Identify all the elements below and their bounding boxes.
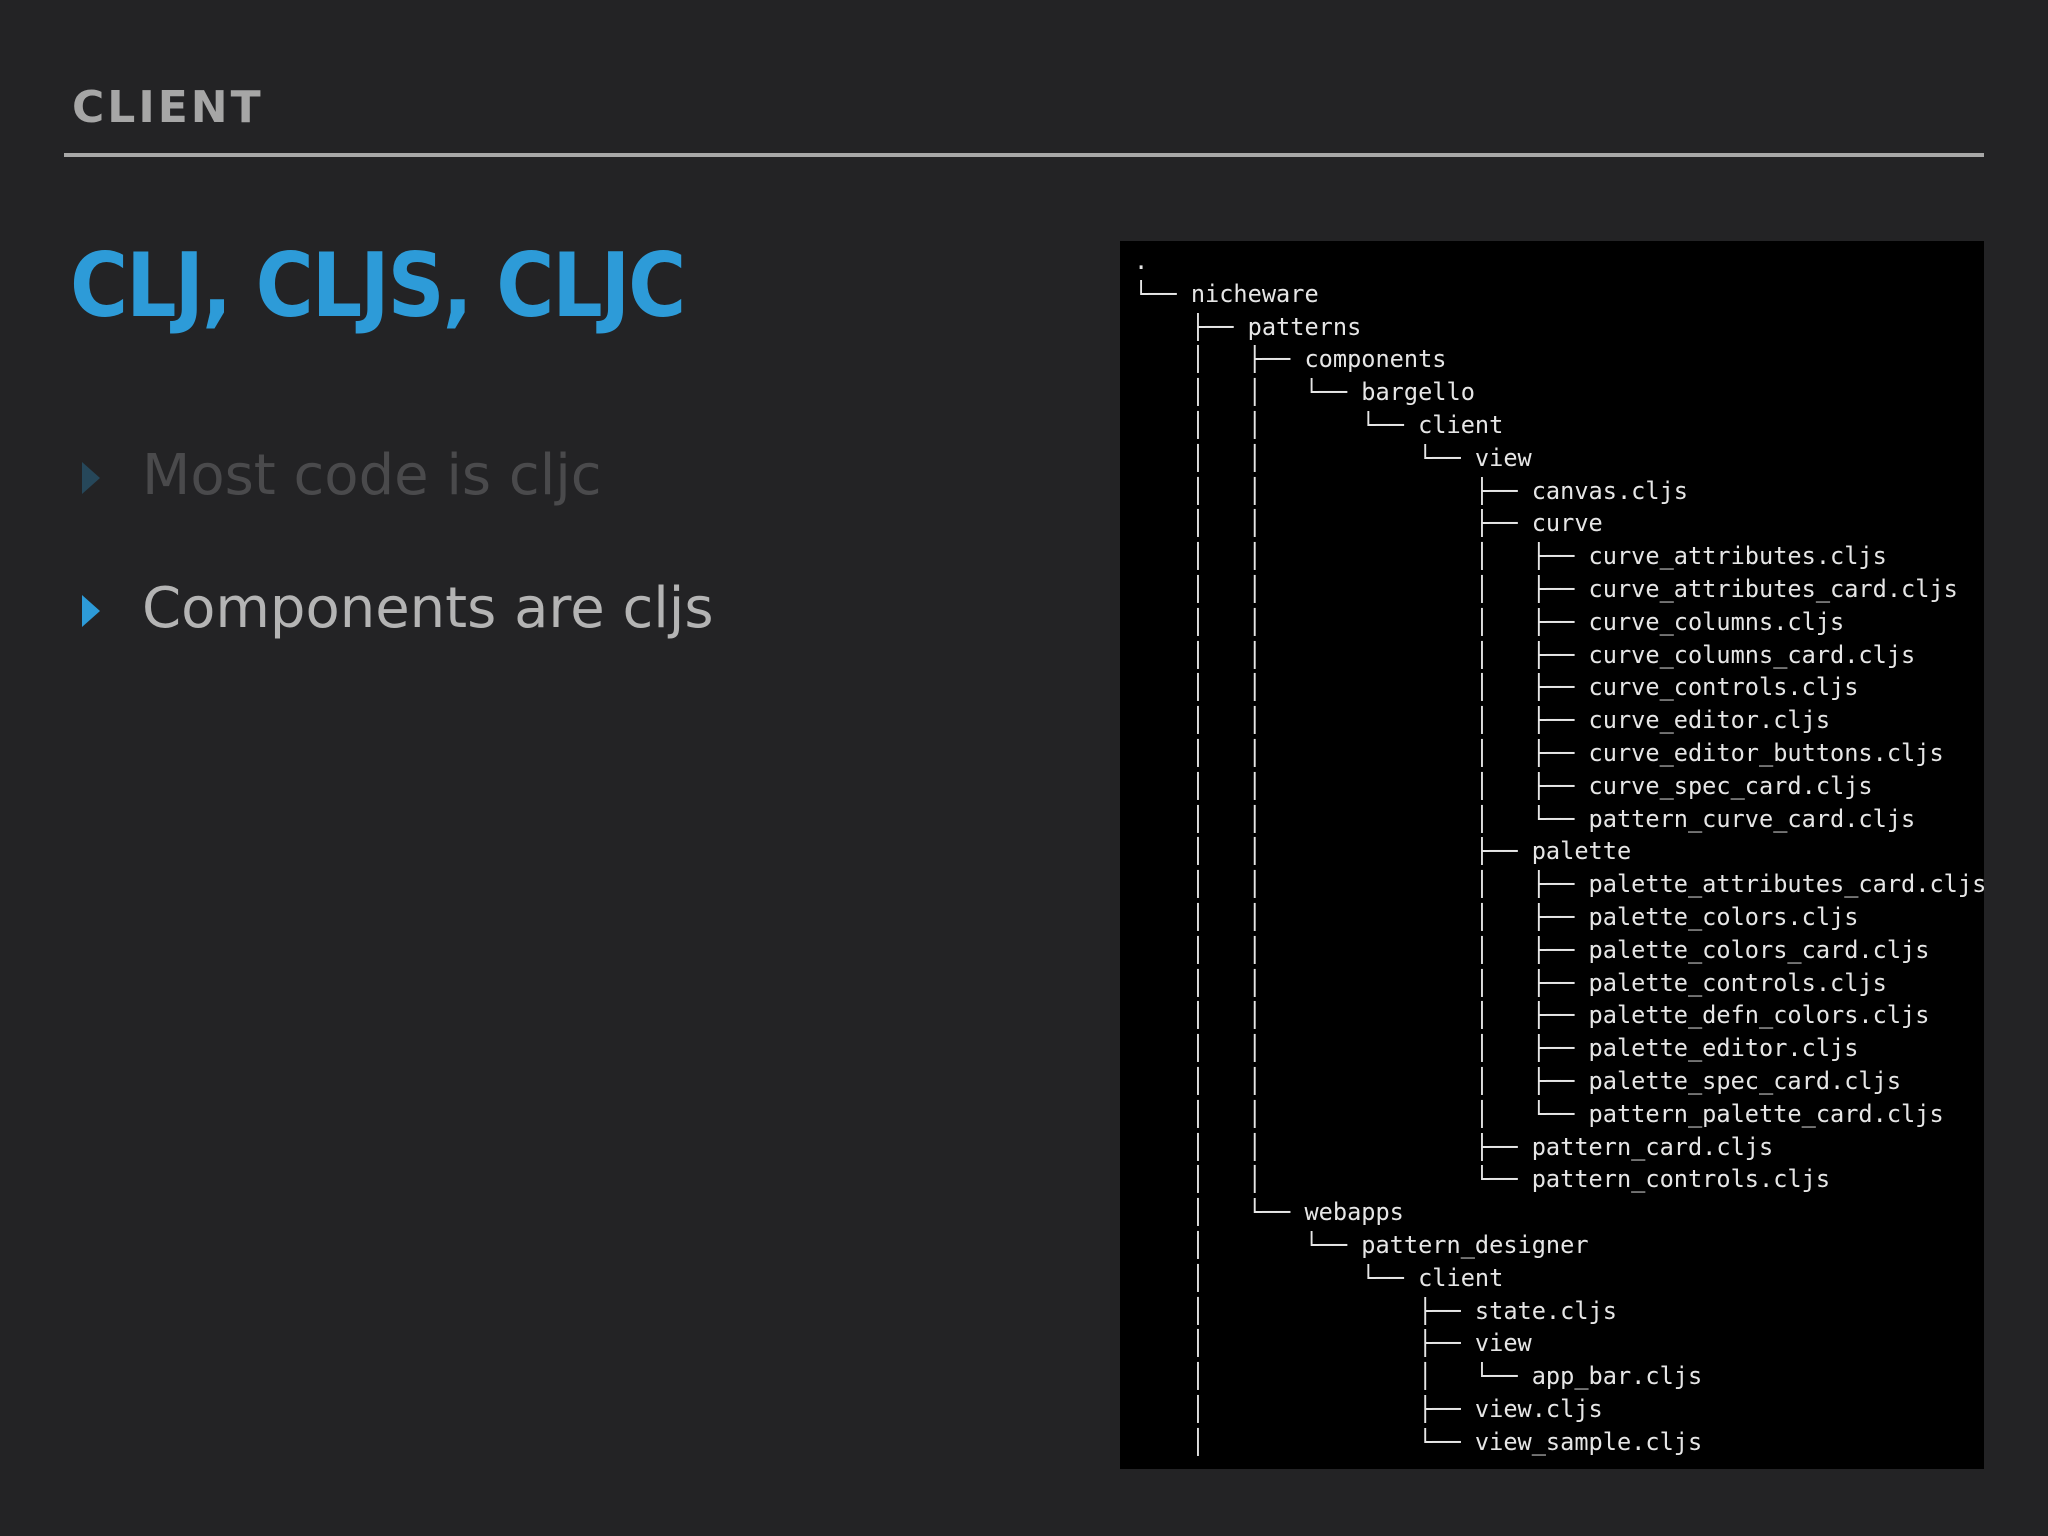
tree-line: │ │ │ ├── curve_editor.cljs: [1134, 706, 1831, 735]
section-label: CLIENT: [72, 82, 264, 133]
tree-line: │ │ ├── palette: [1134, 837, 1632, 866]
bullet-text: Most code is cljc: [142, 443, 602, 508]
tree-line: │ │ ├── pattern_card.cljs: [1134, 1132, 1774, 1161]
tree-line: │ ├── state.cljs: [1134, 1296, 1617, 1325]
header-divider: [64, 153, 1984, 157]
tree-line: │ │ │ └── pattern_curve_card.cljs: [1134, 804, 1916, 833]
tree-line: │ ├── view.cljs: [1134, 1394, 1603, 1423]
tree-line: │ │ │ └── pattern_palette_card.cljs: [1134, 1099, 1944, 1128]
tree-line: │ │ │ ├── palette_attributes_card.cljs: [1134, 870, 1984, 899]
tree-line: │ │ │ ├── curve_attributes_card.cljs: [1134, 574, 1958, 603]
tree-line: │ └── client: [1134, 1263, 1504, 1292]
terminal-screenshot: . └── nicheware ├── patterns │ ├── compon…: [1120, 241, 1984, 1469]
tree-line: │ │ │ ├── palette_colors_card.cljs: [1134, 935, 1930, 964]
tree-line: │ │ │ ├── palette_spec_card.cljs: [1134, 1066, 1902, 1095]
tree-line: │ │ └── app_bar.cljs: [1134, 1362, 1703, 1391]
tree-line: │ └── pattern_designer: [1134, 1230, 1589, 1259]
tree-line: │ │ │ ├── curve_controls.cljs: [1134, 673, 1859, 702]
tree-line: │ │ │ ├── palette_defn_colors.cljs: [1134, 1001, 1930, 1030]
tree-line: │ │ ├── curve: [1134, 509, 1603, 538]
bullet-text: Components are cljs: [142, 576, 714, 641]
directory-tree: . └── nicheware ├── patterns │ ├── compon…: [1134, 245, 1984, 1458]
tree-line: └── nicheware: [1134, 279, 1319, 308]
tree-line: │ │ │ ├── curve_spec_card.cljs: [1134, 771, 1873, 800]
tree-line: │ │ │ ├── palette_controls.cljs: [1134, 968, 1887, 997]
slide-title: CLJ, CLJS, CLJC: [70, 234, 686, 337]
bullet-triangle-icon: [82, 595, 100, 627]
tree-line: │ │ │ ├── curve_columns_card.cljs: [1134, 640, 1916, 669]
tree-line: │ │ └── bargello: [1134, 378, 1475, 407]
tree-line: │ │ │ ├── curve_editor_buttons.cljs: [1134, 738, 1944, 767]
tree-line: │ └── view_sample.cljs: [1134, 1427, 1703, 1456]
tree-line: │ │ │ ├── curve_columns.cljs: [1134, 607, 1845, 636]
tree-line: │ │ └── view: [1134, 443, 1532, 472]
tree-line: │ │ └── client: [1134, 410, 1504, 439]
tree-line: │ │ │ ├── curve_attributes.cljs: [1134, 542, 1887, 571]
tree-line: .: [1134, 247, 1149, 275]
tree-line: │ │ ├── canvas.cljs: [1134, 476, 1688, 505]
tree-line: │ │ └── pattern_controls.cljs: [1134, 1165, 1831, 1194]
tree-line: │ └── webapps: [1134, 1198, 1404, 1227]
bullet-triangle-icon: [82, 462, 100, 494]
tree-line: ├── patterns: [1134, 312, 1362, 341]
tree-line: │ │ │ ├── palette_editor.cljs: [1134, 1034, 1859, 1063]
tree-line: │ ├── view: [1134, 1329, 1532, 1358]
tree-line: │ │ │ ├── palette_colors.cljs: [1134, 902, 1859, 931]
tree-line: │ ├── components: [1134, 345, 1447, 374]
